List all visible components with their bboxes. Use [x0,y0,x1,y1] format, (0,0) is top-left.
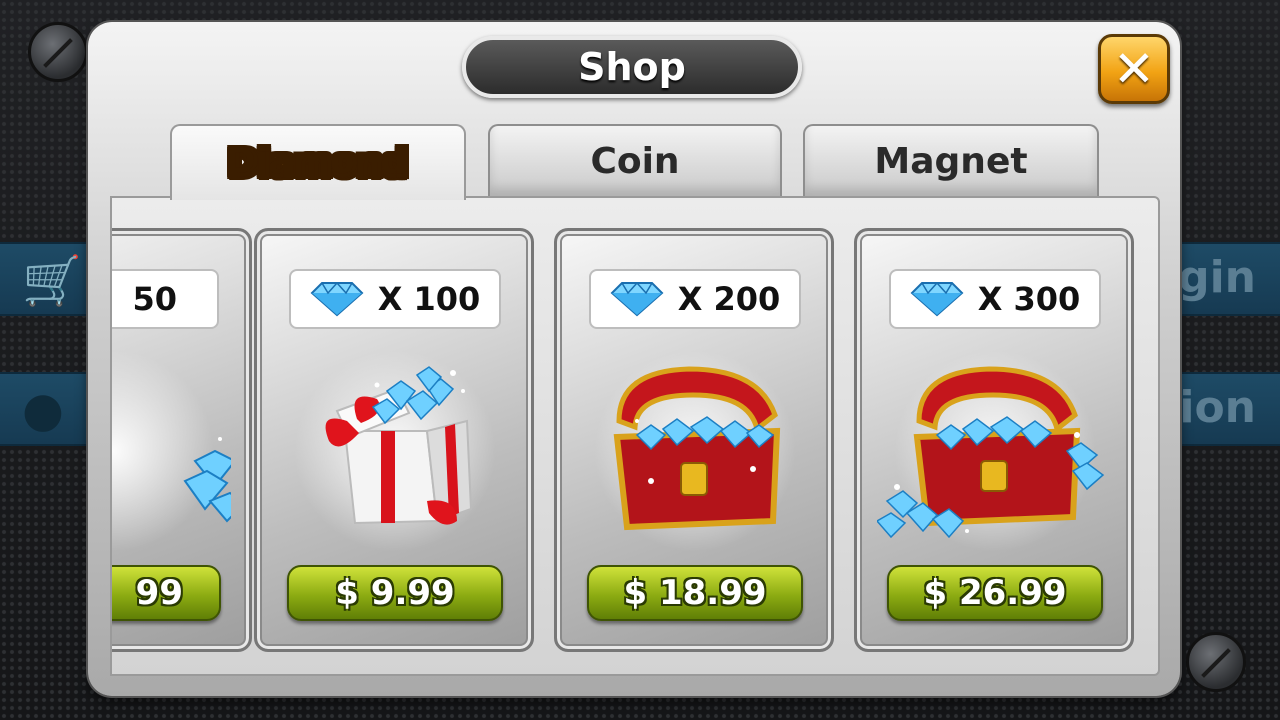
product-card-50[interactable]: 50 99 [112,228,252,652]
product-scroll-area[interactable]: 50 99 X 100 $ 9.99 X 200 $ 18.99 X 300 $… [110,196,1160,676]
product-card-300[interactable]: X 300 $ 26.99 [854,228,1134,652]
quantity-box: X 200 [589,269,801,329]
gems-pile-icon [112,351,247,551]
tab-diamond-label: Diamond [227,142,409,184]
quantity-box: 50 [112,269,219,329]
tab-magnet[interactable]: Magnet [803,124,1099,196]
buy-button[interactable]: $ 9.99 [287,565,503,621]
shop-title-plate: Shop [462,36,802,98]
user-silhouette-icon: ● [22,382,64,438]
quantity-label: X 100 [377,280,481,318]
price-label: $ 18.99 [623,573,767,613]
quantity-box: X 100 [289,269,501,329]
close-icon: ✕ [1113,40,1155,98]
bolt-icon [28,22,88,82]
quantity-box: X 300 [889,269,1101,329]
diamond-icon [610,281,664,317]
tab-coin-label: Coin [590,140,680,182]
background-login-text: gin [1178,252,1256,303]
quantity-label: X 300 [977,280,1081,318]
gift-box-icon [277,351,513,551]
treasure-chest-overflow-icon [875,351,1113,551]
price-label: $ 9.99 [335,573,455,613]
tab-magnet-label: Magnet [874,140,1028,182]
price-label: 99 [135,573,183,613]
shopping-cart-icon: 🛒 [22,253,82,309]
quantity-label: X 200 [677,280,781,318]
tab-coin[interactable]: Coin [488,124,782,196]
price-label: $ 26.99 [923,573,1067,613]
diamond-icon [310,281,364,317]
quantity-label: 50 [132,280,177,318]
buy-button[interactable]: $ 26.99 [887,565,1103,621]
buy-button[interactable]: 99 [112,565,221,621]
close-button[interactable]: ✕ [1098,34,1170,104]
buy-button[interactable]: $ 18.99 [587,565,803,621]
diamond-icon [910,281,964,317]
tab-diamond[interactable]: Diamond [170,124,466,200]
bolt-icon [1186,632,1246,692]
product-card-100[interactable]: X 100 $ 9.99 [254,228,534,652]
shop-title: Shop [578,45,686,89]
product-card-200[interactable]: X 200 $ 18.99 [554,228,834,652]
treasure-chest-icon [577,351,813,551]
